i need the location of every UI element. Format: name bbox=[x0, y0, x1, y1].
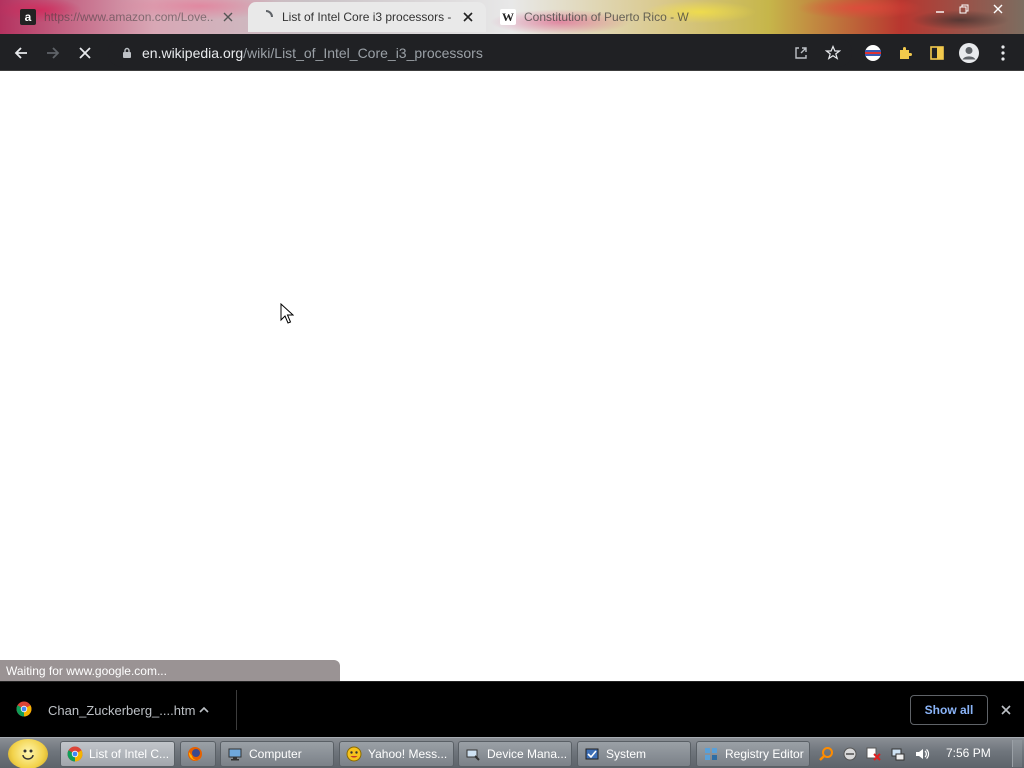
taskbar-item-device-manager[interactable]: Device Mana... bbox=[458, 741, 572, 767]
lock-icon[interactable] bbox=[120, 46, 134, 60]
shelf-divider bbox=[236, 690, 237, 730]
network-connection-icon[interactable] bbox=[890, 746, 906, 762]
minimize-icon[interactable] bbox=[928, 0, 952, 18]
share-icon[interactable] bbox=[788, 40, 814, 66]
tab-title: List of Intel Core i3 processors - bbox=[282, 10, 452, 24]
forward-icon[interactable] bbox=[40, 40, 66, 66]
system-icon bbox=[584, 746, 600, 762]
show-all-button[interactable]: Show all bbox=[910, 695, 988, 725]
taskbar-item-label: System bbox=[606, 747, 647, 761]
chrome-icon bbox=[67, 746, 83, 762]
taskbar-item-label: Yahoo! Mess... bbox=[368, 747, 448, 761]
start-button[interactable] bbox=[8, 739, 48, 768]
computer-icon bbox=[227, 746, 243, 762]
tab-title: Constitution of Puerto Rico - W bbox=[524, 10, 689, 24]
taskbar-item-system[interactable]: System bbox=[577, 741, 691, 767]
search-magnifier-icon[interactable] bbox=[818, 746, 834, 762]
taskbar: List of Intel C... Computer Yahoo! Mess.… bbox=[0, 737, 1024, 768]
restore-icon[interactable] bbox=[952, 0, 976, 18]
window-close-icon[interactable] bbox=[986, 0, 1010, 18]
tab-intel-core-i3[interactable]: List of Intel Core i3 processors - bbox=[248, 2, 486, 32]
profile-avatar-icon[interactable] bbox=[956, 40, 982, 66]
tab-strip: a https://www.amazon.com/Love... List of… bbox=[0, 0, 1024, 34]
security-alert-icon[interactable] bbox=[866, 746, 882, 762]
back-icon[interactable] bbox=[8, 40, 34, 66]
taskbar-item-label: Computer bbox=[249, 747, 302, 761]
tab-amazon[interactable]: a https://www.amazon.com/Love... bbox=[10, 2, 246, 32]
chrome-icon bbox=[16, 701, 34, 719]
close-shelf-icon[interactable] bbox=[996, 700, 1016, 720]
device-manager-icon bbox=[465, 746, 481, 762]
url-text: en.wikipedia.org/wiki/List_of_Intel_Core… bbox=[142, 45, 483, 61]
taskbar-item-label: List of Intel C... bbox=[89, 747, 170, 761]
browser-toolbar: en.wikipedia.org/wiki/List_of_Intel_Core… bbox=[0, 34, 1024, 71]
side-panel-icon[interactable] bbox=[924, 40, 950, 66]
tab-title: https://www.amazon.com/Love... bbox=[44, 10, 214, 24]
mouse-cursor-icon bbox=[280, 302, 295, 328]
amazon-icon: a bbox=[20, 9, 36, 25]
show-desktop-button[interactable] bbox=[1012, 740, 1022, 767]
extension-flag-icon[interactable] bbox=[860, 40, 886, 66]
loading-spinner-icon bbox=[258, 9, 274, 25]
taskbar-item-label: Registry Editor bbox=[725, 747, 804, 761]
volume-icon[interactable] bbox=[914, 746, 930, 762]
download-item[interactable]: Chan_Zuckerberg_....htm bbox=[16, 698, 214, 722]
download-filename: Chan_Zuckerberg_....htm bbox=[48, 702, 196, 718]
start-orb-icon bbox=[18, 743, 38, 766]
address-bar[interactable]: en.wikipedia.org/wiki/List_of_Intel_Core… bbox=[108, 38, 852, 67]
page-content bbox=[0, 71, 1024, 681]
status-bubble: Waiting for www.google.com... bbox=[0, 660, 340, 681]
firefox-icon bbox=[187, 746, 203, 762]
extensions-puzzle-icon[interactable] bbox=[892, 40, 918, 66]
network-status-icon[interactable] bbox=[842, 746, 858, 762]
taskbar-item-firefox[interactable] bbox=[180, 741, 216, 767]
close-icon[interactable] bbox=[220, 9, 236, 25]
taskbar-item-computer[interactable]: Computer bbox=[220, 741, 334, 767]
url-host: en.wikipedia.org bbox=[142, 44, 244, 61]
taskbar-item-yahoo-messenger[interactable]: Yahoo! Mess... bbox=[339, 741, 454, 767]
taskbar-item-chrome[interactable]: List of Intel C... bbox=[60, 741, 175, 767]
registry-editor-icon bbox=[703, 746, 719, 762]
taskbar-item-label: Device Mana... bbox=[487, 747, 568, 761]
close-icon[interactable] bbox=[460, 9, 476, 25]
wikipedia-icon: W bbox=[500, 9, 516, 25]
yahoo-messenger-icon bbox=[346, 746, 362, 762]
chevron-up-icon[interactable] bbox=[194, 700, 214, 720]
stop-loading-icon[interactable] bbox=[72, 40, 98, 66]
clock[interactable]: 7:56 PM bbox=[946, 746, 991, 760]
bookmark-star-icon[interactable] bbox=[820, 40, 846, 66]
menu-kebab-icon[interactable] bbox=[990, 40, 1016, 66]
url-path: /wiki/List_of_Intel_Core_i3_processors bbox=[243, 44, 483, 61]
taskbar-item-registry-editor[interactable]: Registry Editor bbox=[696, 741, 810, 767]
tab-constitution-puerto-rico[interactable]: W Constitution of Puerto Rico - W bbox=[490, 2, 726, 32]
download-shelf: Chan_Zuckerberg_....htm Show all bbox=[0, 681, 1024, 737]
